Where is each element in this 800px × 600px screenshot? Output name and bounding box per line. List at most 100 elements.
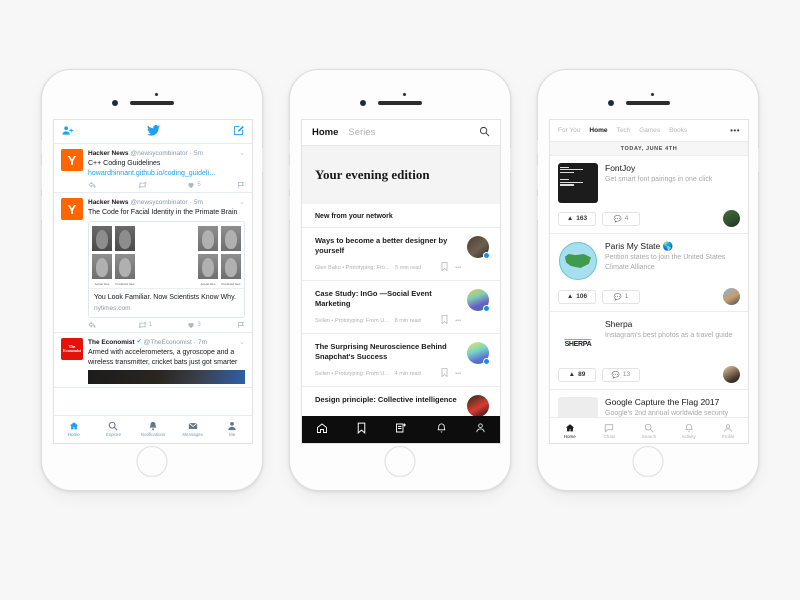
avatar[interactable]: The Economist: [61, 338, 83, 360]
home-button[interactable]: [384, 446, 416, 477]
tweet[interactable]: Y Hacker News @newsycombinator · 5m ⌄ Th…: [54, 193, 252, 333]
bookmark-icon[interactable]: [441, 315, 448, 326]
comment-button[interactable]: 💬 1: [602, 289, 640, 304]
product-name[interactable]: Google Capture the Flag 2017: [605, 397, 740, 408]
nav-new-story-icon[interactable]: [395, 421, 407, 439]
list-item[interactable]: SHERPA Sherpa Instagram's best photos as…: [550, 312, 748, 390]
nav-home-icon[interactable]: [316, 421, 328, 439]
article-title[interactable]: Case Study: InGo —Social Event Marketing: [315, 289, 461, 309]
upvote-button[interactable]: ▲ 106: [558, 289, 596, 304]
nav-chats[interactable]: Chats: [590, 418, 630, 443]
tweet-link-card[interactable]: Actual face Predicted face Actual face P…: [88, 220, 245, 318]
chevron-down-icon[interactable]: ⌄: [235, 338, 245, 347]
nav-profile-icon[interactable]: [475, 421, 486, 439]
tab-me[interactable]: Me: [212, 416, 252, 441]
like-count: 3: [197, 322, 201, 328]
upvote-button[interactable]: ▲ 89: [558, 367, 596, 382]
home-button[interactable]: [136, 446, 168, 477]
tab-home[interactable]: Home: [589, 127, 607, 134]
article-thumbnail[interactable]: [467, 342, 490, 365]
tweet[interactable]: The Economist The Economist ✔ @TheEconom…: [54, 333, 252, 388]
product-thumbnail[interactable]: SHERPA: [558, 319, 598, 359]
retweet-button[interactable]: [138, 181, 188, 189]
share-button[interactable]: [237, 321, 245, 329]
list-item[interactable]: The Surprising Neuroscience Behind Snapc…: [302, 334, 500, 387]
avatar[interactable]: Y: [61, 198, 83, 220]
nav-profile[interactable]: Profile: [708, 418, 748, 443]
tweet-author[interactable]: Hacker News: [88, 149, 128, 158]
bookmark-icon[interactable]: [441, 368, 448, 379]
compose-icon[interactable]: [233, 123, 244, 141]
share-button[interactable]: [237, 181, 245, 189]
product-name[interactable]: Paris My State 🌎: [605, 241, 740, 252]
tab-notifications[interactable]: Notifications: [133, 416, 173, 441]
article-readtime: 4 min read: [394, 370, 421, 377]
comment-count: 1: [624, 293, 629, 300]
product-name[interactable]: Sherpa: [605, 319, 740, 330]
twitter-feed[interactable]: Y Hacker News @newsycombinator · 5m ⌄ C+…: [54, 144, 252, 415]
tab-explore[interactable]: Explore: [94, 416, 134, 441]
upvote-triangle-icon: ▲: [566, 215, 574, 222]
article-meta: Svilen • Prototyping: From U… 8 min read…: [315, 315, 461, 326]
avatar[interactable]: [723, 210, 740, 227]
like-button[interactable]: 5: [187, 181, 237, 189]
more-icon[interactable]: •••: [730, 126, 740, 135]
phone-volume-down: [289, 196, 290, 220]
search-icon[interactable]: [479, 124, 490, 142]
tab-series[interactable]: Series: [348, 127, 375, 138]
list-item[interactable]: Paris My State 🌎 Petition states to join…: [550, 234, 748, 312]
add-person-icon[interactable]: [62, 123, 73, 141]
chevron-down-icon[interactable]: ⌄: [235, 149, 245, 158]
more-icon[interactable]: •••: [455, 265, 461, 271]
avatar[interactable]: [723, 366, 740, 383]
article-title[interactable]: Design principle: Collective intelligenc…: [315, 395, 461, 405]
article-title[interactable]: The Surprising Neuroscience Behind Snapc…: [315, 342, 461, 362]
tab-games[interactable]: Games: [639, 127, 660, 134]
comment-button[interactable]: 💬 4: [602, 211, 640, 226]
nav-activity[interactable]: Activity: [669, 418, 709, 443]
list-item[interactable]: FontJoy Get smart font pairings in one c…: [550, 156, 748, 234]
product-thumbnail[interactable]: [558, 241, 598, 281]
avatar[interactable]: [723, 288, 740, 305]
chevron-down-icon[interactable]: ⌄: [235, 198, 245, 207]
tab-home[interactable]: Home: [54, 416, 94, 441]
comment-button[interactable]: 💬 13: [602, 367, 640, 382]
nav-bell-icon[interactable]: [436, 421, 447, 439]
nav-home[interactable]: Home: [550, 418, 590, 443]
reply-button[interactable]: [88, 321, 138, 329]
home-button[interactable]: [632, 446, 664, 477]
more-icon[interactable]: •••: [455, 371, 461, 377]
reply-button[interactable]: [88, 181, 138, 189]
tweet-handle: @TheEconomist: [143, 339, 192, 346]
article-title[interactable]: Ways to become a better designer by your…: [315, 236, 461, 256]
article-thumbnail[interactable]: [467, 236, 490, 259]
like-button[interactable]: 3: [187, 321, 237, 329]
tweet-text: Armed with accelerometers, a gyroscope a…: [88, 349, 238, 366]
face-thumb: [221, 253, 241, 279]
tab-for-you[interactable]: For You: [558, 127, 580, 134]
list-item[interactable]: Case Study: InGo —Social Event Marketing…: [302, 281, 500, 334]
avatar[interactable]: Y: [61, 149, 83, 171]
tab-messages[interactable]: Messages: [173, 416, 213, 441]
article-thumbnail[interactable]: [467, 395, 489, 417]
medium-article-list[interactable]: Ways to become a better designer by your…: [302, 228, 500, 425]
tab-tech[interactable]: Tech: [616, 127, 630, 134]
upvote-button[interactable]: ▲ 163: [558, 211, 596, 226]
more-icon[interactable]: •••: [455, 318, 461, 324]
tab-books[interactable]: Books: [669, 127, 687, 134]
nav-search[interactable]: Search: [629, 418, 669, 443]
tweet-media[interactable]: [88, 370, 245, 384]
product-thumbnail[interactable]: [558, 163, 598, 203]
bookmark-icon[interactable]: [441, 262, 448, 273]
tweet-link[interactable]: howardhinnant.github.io/coding_guideli…: [88, 169, 245, 179]
retweet-button[interactable]: 1: [138, 321, 188, 329]
face-thumb: [198, 225, 218, 251]
tab-home[interactable]: Home: [312, 127, 338, 138]
tweet-author[interactable]: Hacker News: [88, 198, 128, 207]
product-name[interactable]: FontJoy: [605, 163, 740, 174]
tweet[interactable]: Y Hacker News @newsycombinator · 5m ⌄ C+…: [54, 144, 252, 193]
tweet-author[interactable]: The Economist: [88, 338, 135, 347]
nav-bookmark-icon[interactable]: [356, 421, 367, 439]
article-thumbnail[interactable]: [467, 289, 490, 312]
list-item[interactable]: Ways to become a better designer by your…: [302, 228, 500, 281]
